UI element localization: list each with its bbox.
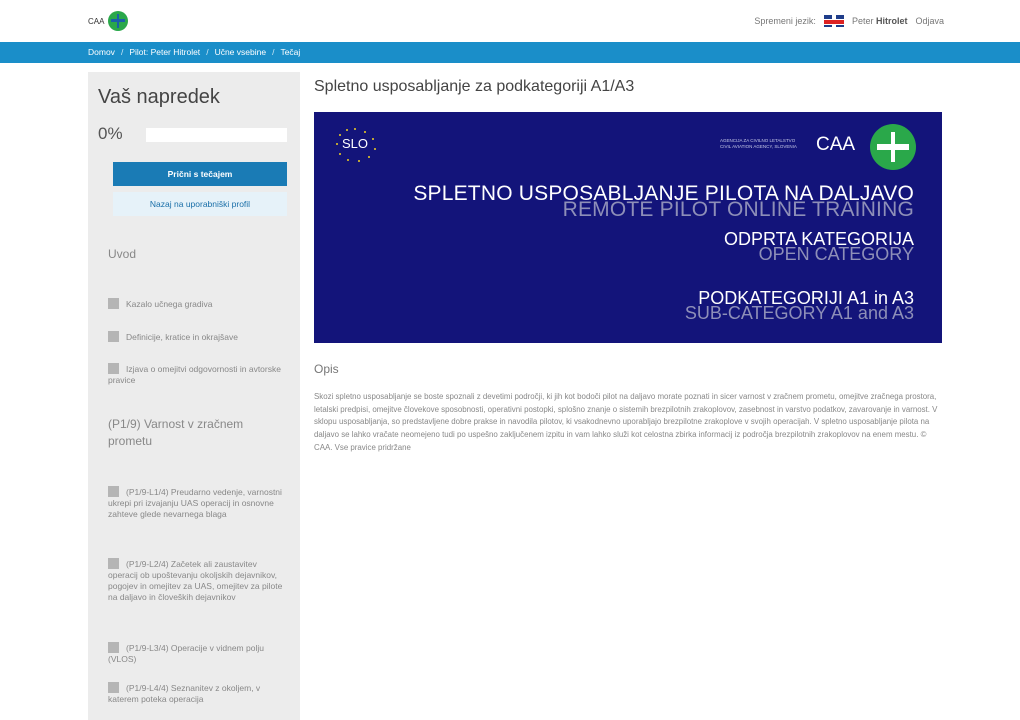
banner-line-en-title: REMOTE PILOT ONLINE TRAINING	[562, 198, 914, 221]
breadcrumb-separator: /	[272, 47, 275, 57]
breadcrumb: Domov / Pilot: Peter Hitrolet / Učne vse…	[88, 47, 300, 57]
logout-link[interactable]: Odjava	[915, 16, 944, 26]
sidebar-item-label: Izjava o omejitvi odgovornosti in avtors…	[108, 364, 281, 386]
user-first-name: Peter	[851, 16, 874, 26]
description-text: Skozi spletno usposabljanje se boste spo…	[314, 392, 938, 452]
breadcrumb-course: Tečaj	[280, 47, 301, 57]
description-heading: Opis	[314, 362, 339, 376]
sidebar-item-label: Definicije, kratice in okrajšave	[126, 332, 238, 342]
slo-eu-logo: SLO	[334, 126, 378, 162]
sidebar-item-label: (P1/9-L3/4) Operacije v vidnem polju (VL…	[108, 643, 264, 665]
checkbox-icon	[108, 642, 119, 653]
start-course-button[interactable]: Prični s tečajem	[113, 162, 287, 186]
main-content: Spletno usposabljanje za podkategoriji A…	[314, 78, 942, 452]
back-to-profile-button[interactable]: Nazaj na uporabniški profil	[113, 192, 287, 216]
sidebar-item-p1-l3[interactable]: (P1/9-L3/4) Operacije v vidnem polju (VL…	[108, 642, 286, 665]
language-label: Spremeni jezik:	[754, 16, 816, 26]
sidebar-title: Vaš napredek	[98, 86, 220, 108]
sidebar-item-disclaimer[interactable]: Izjava o omejitvi odgovornosti in avtors…	[108, 363, 286, 386]
sidebar-item-definitions[interactable]: Definicije, kratice in okrajšave	[108, 331, 286, 343]
uk-flag-icon[interactable]	[823, 15, 844, 27]
section-intro[interactable]: Uvod	[108, 246, 278, 263]
banner-line-en-category: OPEN CATEGORY	[758, 244, 914, 264]
user-name[interactable]: Peter Hitrolet	[852, 16, 908, 26]
course-banner: SLO AGENCIJA ZA CIVILNO LETALSTVO CIVIL …	[314, 112, 942, 343]
user-last-name: Hitrolet	[875, 16, 908, 26]
caa-plane-icon	[870, 124, 916, 170]
sidebar-item-label: (P1/9-L4/4) Seznanitev z okoljem, v kate…	[108, 683, 261, 705]
breadcrumb-home[interactable]: Domov	[88, 47, 115, 57]
sidebar-item-index[interactable]: Kazalo učnega gradiva	[108, 298, 286, 310]
slo-text: SLO	[342, 136, 369, 151]
breadcrumb-separator: /	[120, 47, 124, 57]
progress-sidebar: Vaš napredek 0% Prični s tečajem Nazaj n…	[88, 72, 300, 720]
logo-text: CAA	[88, 16, 105, 26]
progress-percent: 0%	[98, 124, 123, 143]
checkbox-icon	[108, 558, 119, 569]
sidebar-item-p1-l1[interactable]: (P1/9-L1/4) Preudarno vedenje, varnostni…	[108, 486, 286, 520]
progress-bar	[146, 128, 287, 142]
breadcrumb-content[interactable]: Učne vsebine	[215, 47, 267, 57]
sidebar-item-label: (P1/9-L2/4) Začetek ali zaustavitev oper…	[108, 559, 283, 603]
sidebar-item-label: (P1/9-L1/4) Preudarno vedenje, varnostni…	[108, 487, 282, 520]
checkbox-icon	[108, 486, 119, 497]
caa-wordmark: CAA	[816, 134, 856, 155]
agency-name: AGENCIJA ZA CIVILNO LETALSTVO CIVIL AVIA…	[720, 138, 810, 150]
checkbox-icon	[108, 298, 119, 309]
top-header: CAA Spremeni jezik: Peter Hitrolet Odjav…	[0, 0, 1020, 42]
sidebar-item-label: Kazalo učnega gradiva	[126, 299, 213, 309]
checkbox-icon	[108, 682, 119, 693]
header-right: Spremeni jezik: Peter Hitrolet Odjava	[754, 15, 944, 27]
section-p1[interactable]: (P1/9) Varnost v zračnem prometu	[108, 416, 278, 450]
caa-logo[interactable]: CAA	[88, 11, 129, 31]
breadcrumb-pilot[interactable]: Pilot: Peter Hitrolet	[129, 47, 200, 57]
agency-name-en: CIVIL AVIATION AGENCY, SLOVENIA	[720, 143, 797, 149]
checkbox-icon	[108, 363, 119, 374]
banner-line-en-subcategory: SUB-CATEGORY A1 and A3	[684, 303, 914, 323]
breadcrumb-bar: Domov / Pilot: Peter Hitrolet / Učne vse…	[0, 42, 1020, 63]
sidebar-item-p1-l2[interactable]: (P1/9-L2/4) Začetek ali zaustavitev oper…	[108, 558, 286, 603]
breadcrumb-separator: /	[206, 47, 209, 57]
page-title: Spletno usposabljanje za podkategoriji A…	[314, 78, 635, 95]
sidebar-item-p1-l4[interactable]: (P1/9-L4/4) Seznanitev z okoljem, v kate…	[108, 682, 286, 705]
checkbox-icon	[108, 331, 119, 342]
caa-plane-icon	[108, 11, 129, 31]
